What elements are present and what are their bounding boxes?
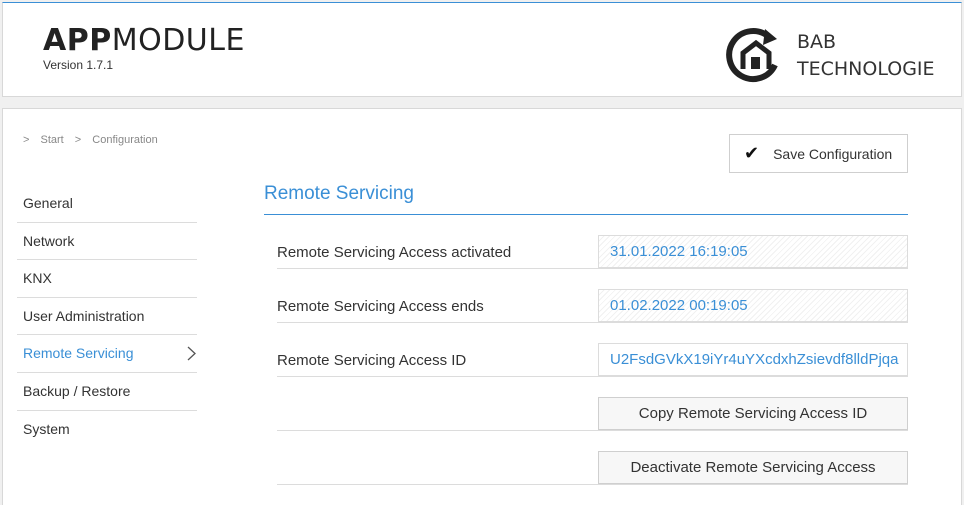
access-ends-label: Remote Servicing Access ends [277, 298, 484, 315]
breadcrumb-separator: > [74, 134, 82, 146]
access-id-label: Remote Servicing Access ID [277, 352, 467, 369]
checkmark-icon: ✔ [744, 143, 760, 163]
sidebar-item-general[interactable]: General [17, 185, 197, 223]
row-copy-access-id: Copy Remote Servicing Access ID [277, 397, 908, 431]
save-configuration-button[interactable]: ✔ Save Configuration [729, 134, 908, 173]
row-access-activated: Remote Servicing Access activated 31.01.… [277, 235, 908, 269]
sidebar-item-system[interactable]: System [17, 411, 197, 449]
sidebar-item-knx[interactable]: KNX [17, 260, 197, 298]
sidebar-nav: General Network KNX User Administration … [17, 185, 197, 448]
logo-text-bab: BAB [797, 31, 837, 53]
logo-text-technologie: TECHNOLOGIE [797, 58, 935, 80]
copy-access-id-button[interactable]: Copy Remote Servicing Access ID [598, 397, 908, 430]
save-configuration-label: Save Configuration [773, 145, 893, 162]
app-title: APPMODULE [43, 23, 245, 58]
sidebar-item-label: System [23, 420, 70, 437]
breadcrumb: > Start > Configuration [23, 134, 166, 146]
row-access-ends: Remote Servicing Access ends 01.02.2022 … [277, 289, 908, 323]
sidebar-item-remote-servicing[interactable]: Remote Servicing [17, 335, 197, 373]
sidebar-item-label: KNX [23, 270, 52, 287]
chevron-right-icon [187, 346, 196, 361]
access-activated-label: Remote Servicing Access activated [277, 244, 512, 261]
sidebar-item-label: Backup / Restore [23, 382, 131, 399]
house-circle-arrow-icon [726, 28, 778, 83]
main-panel: > Start > Configuration ✔ Save Configura… [2, 108, 962, 505]
access-ends-value: 01.02.2022 00:19:05 [598, 289, 908, 322]
row-access-id: Remote Servicing Access ID U2FsdGVkX19iY… [277, 343, 908, 377]
sidebar-item-label: General [23, 195, 73, 211]
sidebar-item-label: User Administration [23, 307, 145, 324]
sidebar-item-backup-restore[interactable]: Backup / Restore [17, 373, 197, 411]
access-id-field[interactable]: U2FsdGVkX19iYr4uYXcdxhZsievdf8lldPjqa [598, 343, 908, 376]
app-version: Version 1.7.1 [43, 58, 114, 72]
sidebar-item-network[interactable]: Network [17, 223, 197, 261]
breadcrumb-separator: > [23, 134, 30, 146]
bab-logo: BAB TECHNOLOGIE [725, 25, 964, 85]
sidebar-item-label: Network [23, 232, 75, 249]
app-header: APPMODULE Version 1.7.1 BAB TECHNOLOGIE [2, 2, 962, 97]
sidebar-item-user-administration[interactable]: User Administration [17, 298, 197, 336]
sidebar-item-label: Remote Servicing [23, 345, 134, 362]
section-title: Remote Servicing [264, 183, 908, 215]
row-deactivate-access: Deactivate Remote Servicing Access [277, 451, 908, 485]
breadcrumb-configuration[interactable]: Configuration [92, 134, 157, 146]
deactivate-access-button[interactable]: Deactivate Remote Servicing Access [598, 451, 908, 484]
access-activated-value: 31.01.2022 16:19:05 [598, 235, 908, 268]
breadcrumb-start[interactable]: Start [41, 134, 64, 146]
